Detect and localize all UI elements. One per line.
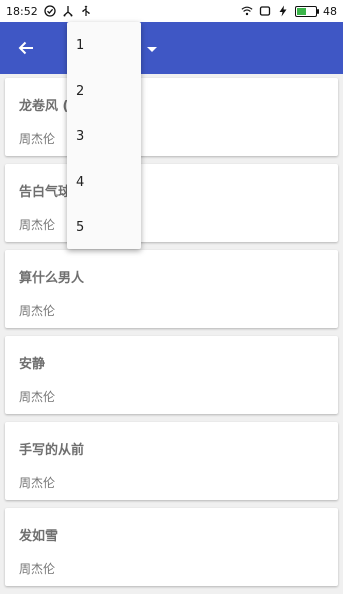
dropdown-option[interactable]: 3 (67, 113, 141, 159)
check-circle-icon (44, 5, 56, 17)
dropdown-option[interactable]: 1 (67, 22, 141, 68)
dropdown-option[interactable]: 2 (67, 68, 141, 114)
song-title: 发如雪 (19, 529, 59, 544)
usb-debug-icon (63, 6, 73, 17)
status-bar: 18:52 48 (0, 0, 343, 22)
list-item[interactable]: 龙卷风 ( 周杰伦 (5, 78, 338, 156)
list-item[interactable]: 发如雪 周杰伦 (5, 508, 338, 586)
status-time: 18:52 (6, 4, 38, 18)
wifi-icon (241, 6, 253, 16)
charging-icon (279, 5, 287, 17)
app-bar (0, 22, 343, 74)
caret-down-icon[interactable] (146, 46, 158, 54)
list-item[interactable]: 告白气球 周杰伦 (5, 164, 338, 242)
list-item[interactable]: 算什么男人 周杰伦 (5, 250, 338, 328)
battery-level: 48 (323, 4, 337, 18)
song-title: 算什么男人 (19, 271, 85, 286)
back-button[interactable] (0, 22, 52, 74)
song-artist: 周杰伦 (19, 390, 56, 404)
dropdown-option[interactable]: 5 (67, 204, 141, 250)
battery-icon (295, 5, 319, 17)
song-artist: 周杰伦 (19, 218, 56, 232)
song-title: 手写的从前 (19, 443, 85, 458)
song-title: 龙卷风 ( (19, 99, 69, 114)
song-artist: 周杰伦 (19, 562, 56, 576)
spinner-dropdown: 1 2 3 4 5 (67, 22, 141, 249)
song-artist: 周杰伦 (19, 476, 56, 490)
arrow-back-icon (18, 41, 33, 55)
dropdown-option[interactable]: 4 (67, 159, 141, 205)
song-artist: 周杰伦 (19, 304, 56, 318)
screen-icon (259, 6, 271, 16)
song-title: 告白气球 (19, 185, 72, 200)
usb-icon (82, 5, 90, 16)
list-item[interactable]: 手写的从前 周杰伦 (5, 422, 338, 500)
list-item[interactable]: 安静 周杰伦 (5, 336, 338, 414)
song-title: 安静 (19, 357, 46, 372)
song-artist: 周杰伦 (19, 132, 56, 146)
